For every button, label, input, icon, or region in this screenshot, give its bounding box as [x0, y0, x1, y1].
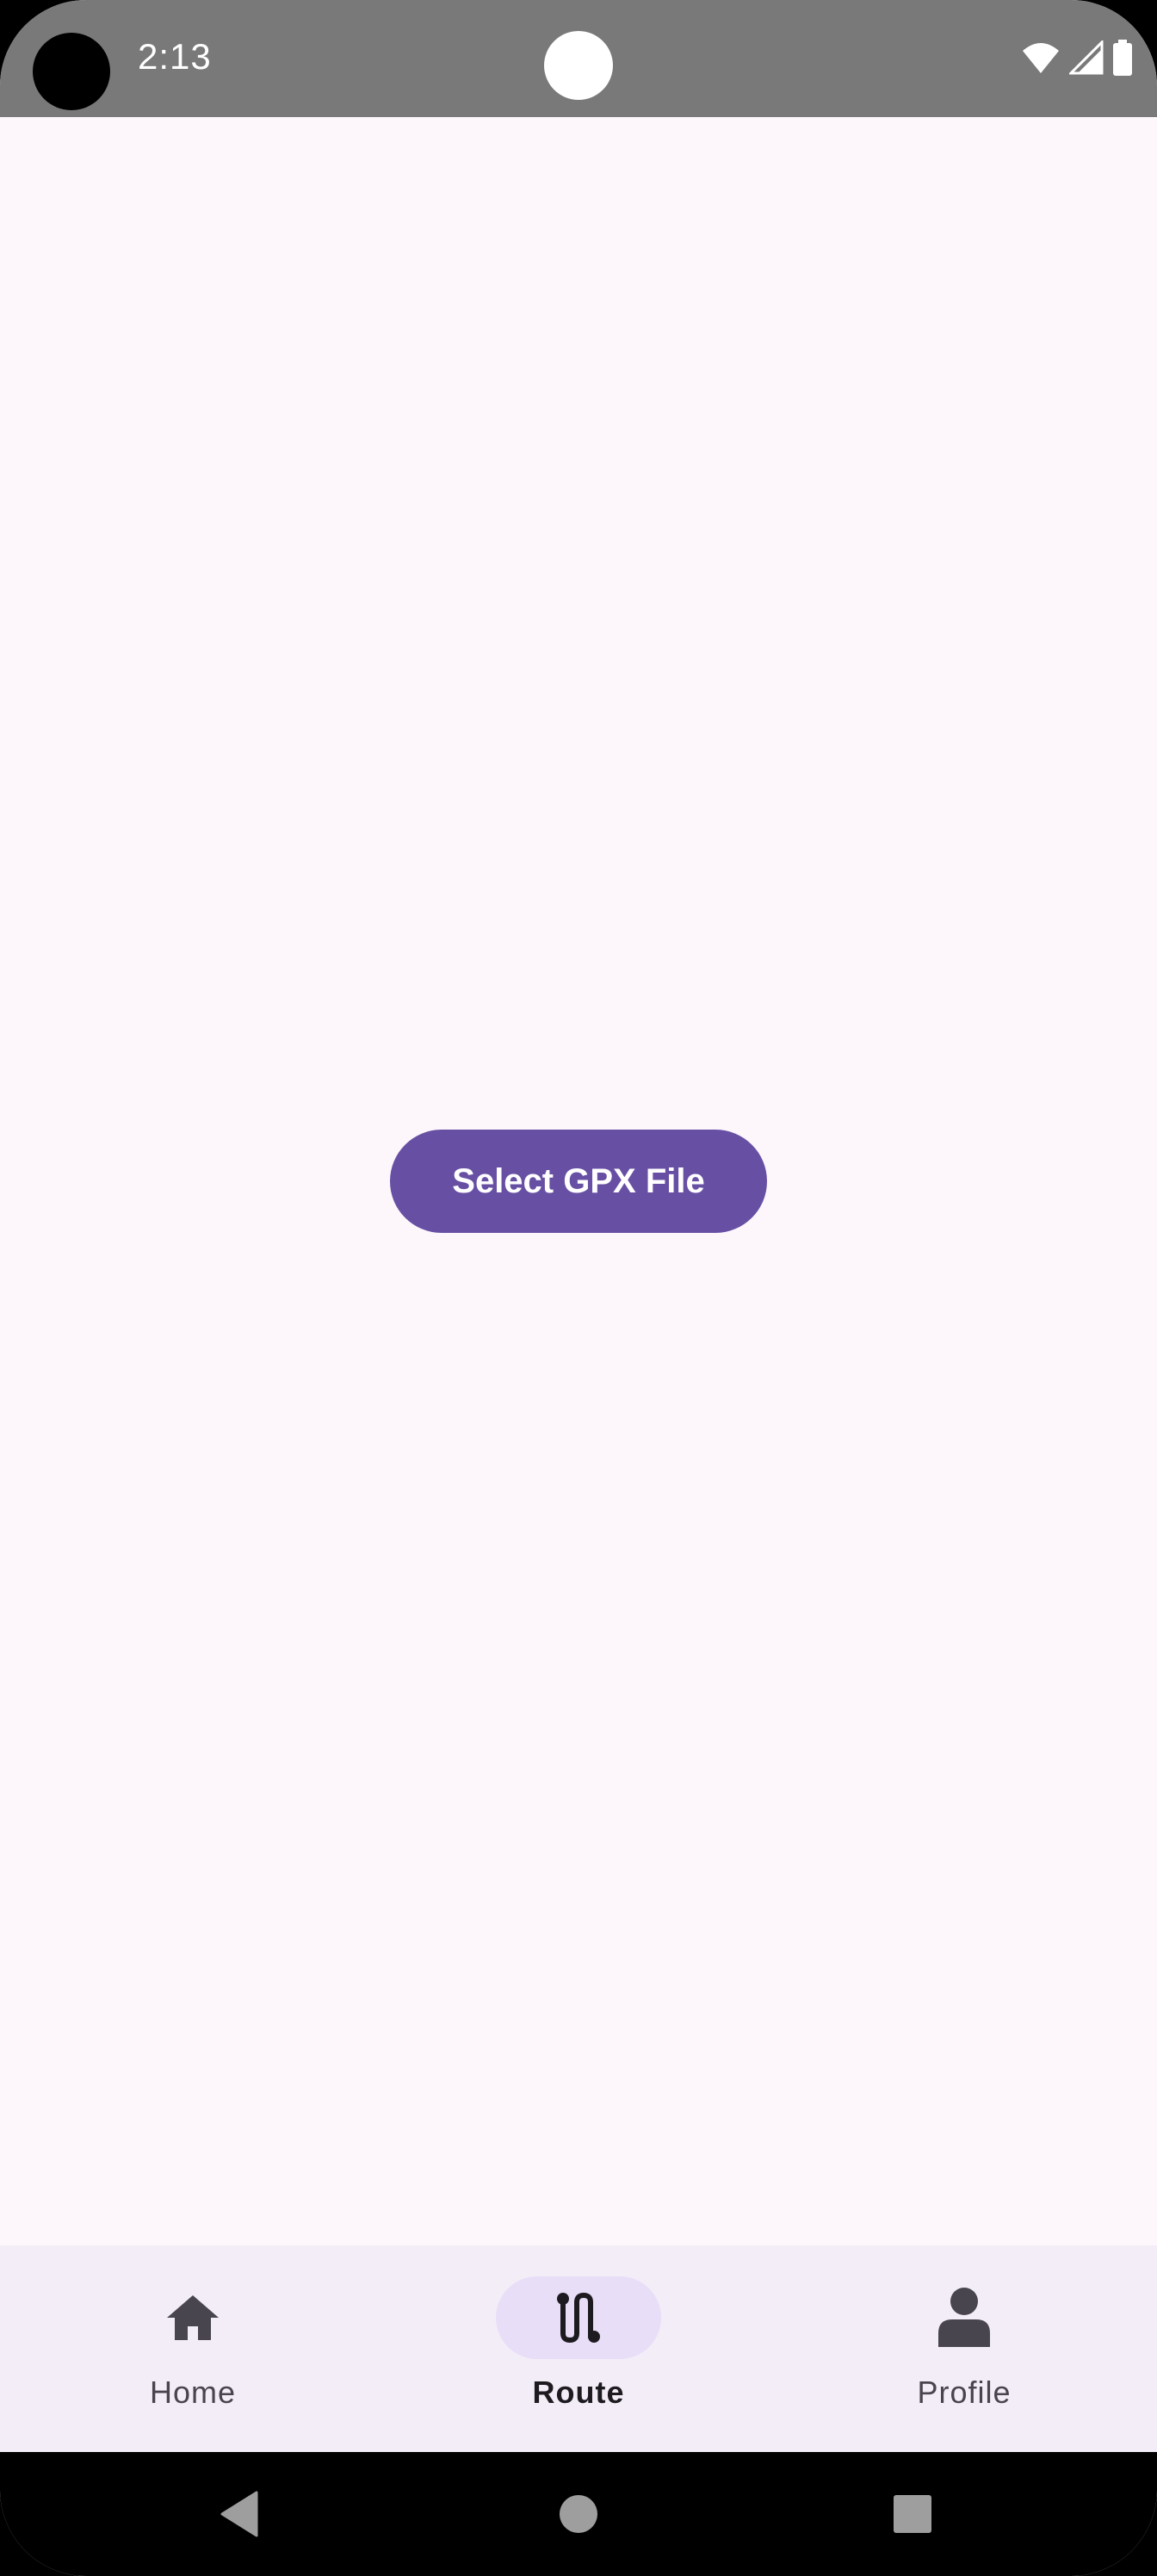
home-icon: [152, 2276, 234, 2359]
nav-label-profile: Profile: [917, 2375, 1012, 2410]
nav-item-profile[interactable]: Profile: [771, 2245, 1157, 2452]
status-time: 2:13: [138, 36, 212, 77]
main-content: Select GPX File: [0, 117, 1157, 2245]
route-icon: [537, 2276, 620, 2359]
nav-label-home: Home: [149, 2375, 237, 2410]
recents-icon[interactable]: [882, 2483, 944, 2545]
device-screen: 2:13 Select GPX File Home Route Profile: [0, 0, 1157, 2576]
nav-label-route: Route: [532, 2375, 625, 2410]
bottom-navigation-bar: Home Route Profile: [0, 2245, 1157, 2452]
cell-signal-icon: [1069, 40, 1104, 75]
status-icons: [1021, 38, 1133, 77]
battery-icon: [1112, 40, 1133, 76]
select-gpx-file-button[interactable]: Select GPX File: [390, 1130, 767, 1233]
center-notch: [544, 31, 613, 100]
person-icon: [923, 2276, 1005, 2359]
nav-item-home[interactable]: Home: [0, 2245, 386, 2452]
home-circle-icon[interactable]: [548, 2483, 609, 2545]
nav-item-route[interactable]: Route: [386, 2245, 771, 2452]
wifi-icon: [1021, 40, 1061, 75]
system-navigation-bar: [0, 2452, 1157, 2576]
camera-cutout: [33, 33, 110, 110]
back-icon[interactable]: [208, 2483, 270, 2545]
status-bar: 2:13: [0, 0, 1157, 117]
